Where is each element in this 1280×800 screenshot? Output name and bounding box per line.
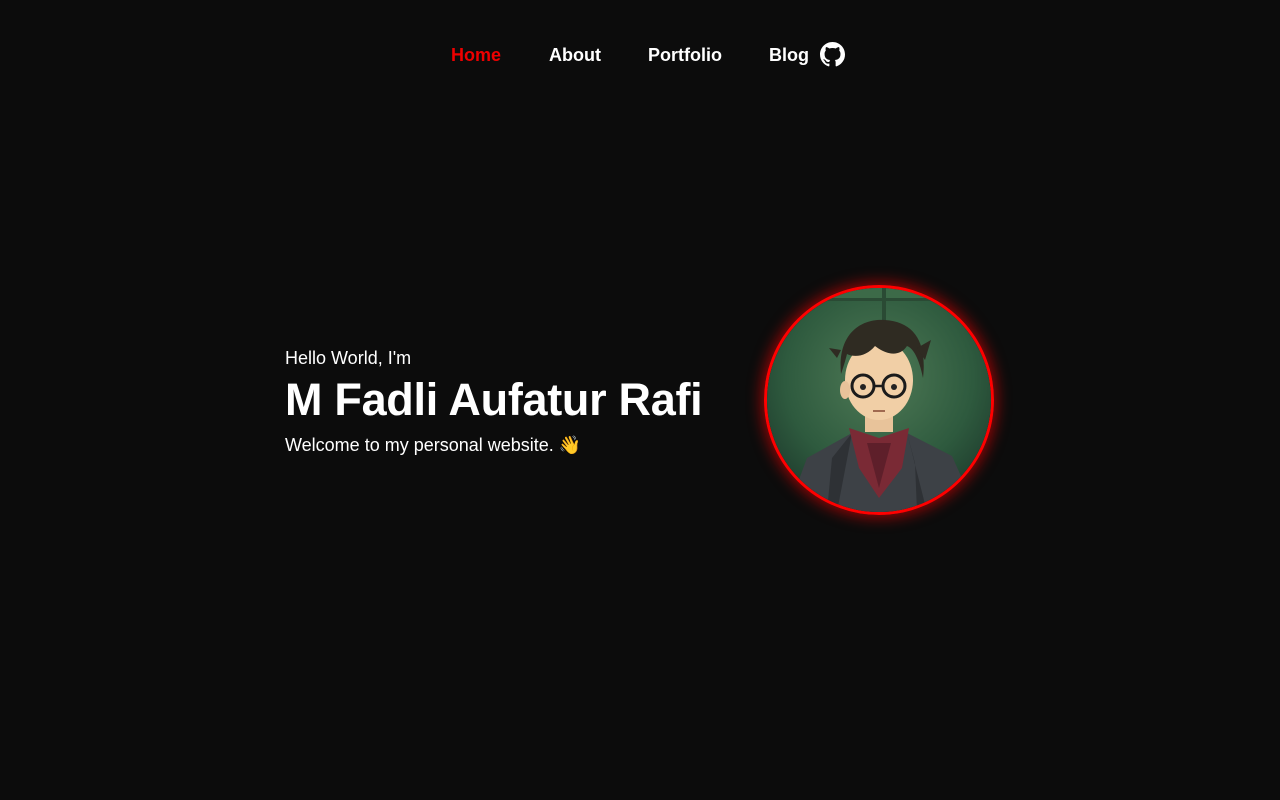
hero-greeting: Hello World, I'm	[285, 348, 412, 368]
nav-about-link[interactable]: About	[549, 43, 601, 67]
nav-blog-link[interactable]: Blog	[769, 43, 809, 67]
hero-name: M Fadli Aufatur Rafi	[285, 374, 703, 425]
hero-section: Hello World, I'm M Fadli Aufatur Rafi We…	[285, 347, 745, 456]
github-icon[interactable]	[820, 42, 845, 67]
avatar	[764, 285, 994, 515]
nav-home-link[interactable]: Home	[451, 43, 501, 67]
avatar-portrait	[764, 285, 994, 515]
top-nav: Home About Portfolio Blog	[0, 40, 1280, 70]
hero-welcome: Welcome to my personal website. 👋	[285, 435, 582, 455]
nav-portfolio-link[interactable]: Portfolio	[648, 43, 722, 67]
